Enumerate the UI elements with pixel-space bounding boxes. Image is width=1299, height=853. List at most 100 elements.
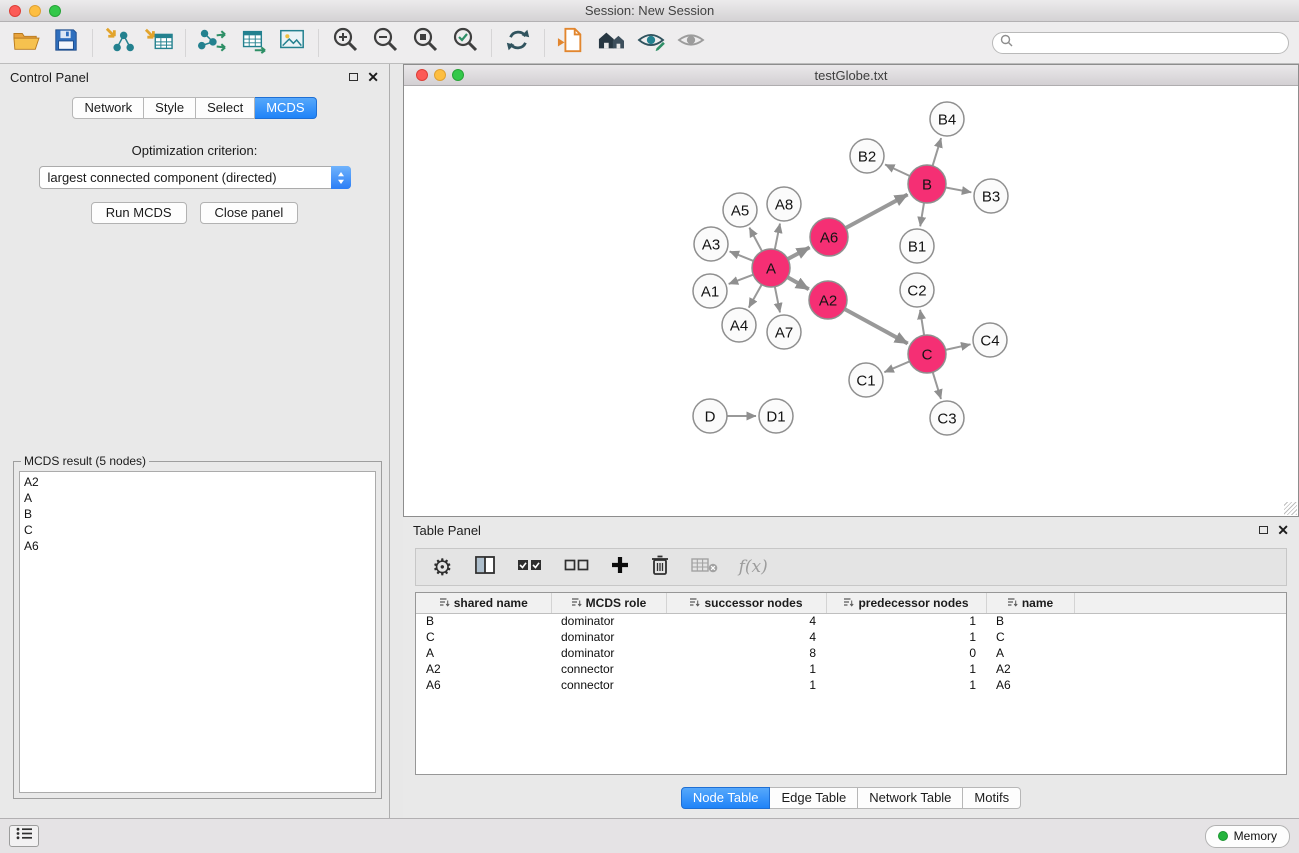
- import-network-button[interactable]: [99, 25, 139, 61]
- edge-C-C1[interactable]: [884, 361, 909, 372]
- zoom-out-button[interactable]: [365, 25, 405, 61]
- column-header-name[interactable]: name: [986, 593, 1074, 613]
- save-session-button[interactable]: [46, 25, 86, 61]
- resize-grip[interactable]: [1284, 502, 1297, 515]
- node-A5[interactable]: A5: [723, 193, 757, 227]
- create-column-button[interactable]: [611, 556, 629, 579]
- float-table-panel-icon[interactable]: [1259, 526, 1268, 534]
- function-builder-button[interactable]: f(x): [739, 557, 768, 577]
- export-image-button[interactable]: [272, 25, 312, 61]
- node-A6[interactable]: A6: [810, 218, 848, 256]
- edge-A-A8[interactable]: [775, 224, 780, 250]
- search-box[interactable]: [992, 32, 1289, 54]
- import-table-button[interactable]: [139, 25, 179, 61]
- tab-select[interactable]: Select: [196, 97, 255, 119]
- cell[interactable]: 4: [666, 629, 826, 645]
- table-row[interactable]: A6connector11A6: [416, 677, 1286, 693]
- delete-table-button[interactable]: [691, 556, 718, 579]
- cell[interactable]: A6: [986, 677, 1074, 693]
- column-header-successor-nodes[interactable]: successor nodes: [666, 593, 826, 613]
- unselect-all-button[interactable]: [564, 556, 590, 579]
- memory-button[interactable]: Memory: [1205, 825, 1290, 848]
- run-mcds-button[interactable]: Run MCDS: [91, 202, 187, 224]
- export-table-button[interactable]: [232, 25, 272, 61]
- edge-A-A2[interactable]: [788, 277, 809, 289]
- table-tab-edge-table[interactable]: Edge Table: [770, 787, 858, 809]
- table-row[interactable]: A2connector11A2: [416, 661, 1286, 677]
- float-panel-icon[interactable]: [349, 73, 358, 81]
- cell[interactable]: connector: [551, 677, 666, 693]
- export-network-button[interactable]: [192, 25, 232, 61]
- table-row[interactable]: Bdominator41B: [416, 613, 1286, 629]
- node-B3[interactable]: B3: [974, 179, 1008, 213]
- tab-network[interactable]: Network: [72, 97, 144, 119]
- select-all-button[interactable]: [517, 556, 543, 579]
- node-B1[interactable]: B1: [900, 229, 934, 263]
- close-network-window-button[interactable]: [416, 69, 428, 81]
- node-A2[interactable]: A2: [809, 281, 847, 319]
- edge-B-B3[interactable]: [946, 188, 972, 193]
- criterion-select[interactable]: largest connected component (directed): [39, 166, 351, 189]
- node-D1[interactable]: D1: [759, 399, 793, 433]
- column-header-shared-name[interactable]: shared name: [416, 593, 551, 613]
- zoom-in-button[interactable]: [325, 25, 365, 61]
- node-B[interactable]: B: [908, 165, 946, 203]
- table-tab-network-table[interactable]: Network Table: [858, 787, 963, 809]
- edge-A-A5[interactable]: [749, 228, 762, 252]
- cell[interactable]: B: [986, 613, 1074, 629]
- cell[interactable]: A6: [416, 677, 551, 693]
- cell[interactable]: B: [416, 613, 551, 629]
- edge-A2-C[interactable]: [845, 309, 908, 343]
- show-graphics-details-button[interactable]: [671, 25, 711, 61]
- node-C4[interactable]: C4: [973, 323, 1007, 357]
- cell[interactable]: 1: [826, 629, 986, 645]
- cell[interactable]: connector: [551, 661, 666, 677]
- column-header-MCDS-role[interactable]: MCDS role: [551, 593, 666, 613]
- tab-style[interactable]: Style: [144, 97, 196, 119]
- zoom-network-window-button[interactable]: [452, 69, 464, 81]
- cell[interactable]: A: [986, 645, 1074, 661]
- cell[interactable]: 1: [826, 677, 986, 693]
- cell[interactable]: C: [986, 629, 1074, 645]
- minimize-network-window-button[interactable]: [434, 69, 446, 81]
- node-C1[interactable]: C1: [849, 363, 883, 397]
- network-graph[interactable]: B4B2BB3A5A8A6B1A3AC2A1A2A4A7CC4C1C3DD1: [404, 86, 1298, 516]
- edge-C-C3[interactable]: [933, 372, 941, 399]
- delete-columns-button[interactable]: [650, 554, 670, 581]
- cell[interactable]: dominator: [551, 645, 666, 661]
- edge-B-B2[interactable]: [885, 165, 910, 177]
- edge-B-B4[interactable]: [933, 138, 942, 166]
- table-settings-button[interactable]: ⚙: [432, 556, 453, 579]
- zoom-fit-button[interactable]: [405, 25, 445, 61]
- show-columns-button[interactable]: [474, 555, 496, 580]
- tab-mcds[interactable]: MCDS: [255, 97, 316, 119]
- apply-layout-button[interactable]: [498, 25, 538, 61]
- cell[interactable]: 1: [666, 661, 826, 677]
- edge-C-C4[interactable]: [946, 344, 971, 350]
- cell[interactable]: 0: [826, 645, 986, 661]
- node-A4[interactable]: A4: [722, 308, 756, 342]
- edge-A-A4[interactable]: [749, 285, 762, 308]
- node-A1[interactable]: A1: [693, 274, 727, 308]
- edge-A-A1[interactable]: [729, 275, 754, 284]
- cell[interactable]: dominator: [551, 613, 666, 629]
- edge-A-A7[interactable]: [775, 287, 780, 313]
- node-C3[interactable]: C3: [930, 401, 964, 435]
- table-tab-node-table[interactable]: Node Table: [681, 787, 771, 809]
- node-D[interactable]: D: [693, 399, 727, 433]
- search-input[interactable]: [1017, 36, 1288, 50]
- home-button[interactable]: [591, 25, 631, 61]
- table-tab-motifs[interactable]: Motifs: [963, 787, 1021, 809]
- cell[interactable]: A2: [416, 661, 551, 677]
- mcds-result-list[interactable]: A2ABCA6: [19, 471, 376, 793]
- cell[interactable]: dominator: [551, 629, 666, 645]
- column-header-predecessor-nodes[interactable]: predecessor nodes: [826, 593, 986, 613]
- table-row[interactable]: Adominator80A: [416, 645, 1286, 661]
- cell[interactable]: 1: [666, 677, 826, 693]
- node-A7[interactable]: A7: [767, 315, 801, 349]
- node-B2[interactable]: B2: [850, 139, 884, 173]
- edge-B-B1[interactable]: [920, 203, 924, 227]
- edge-A-A6[interactable]: [788, 247, 810, 259]
- node-B4[interactable]: B4: [930, 102, 964, 136]
- close-table-panel-icon[interactable]: ✕: [1277, 523, 1289, 537]
